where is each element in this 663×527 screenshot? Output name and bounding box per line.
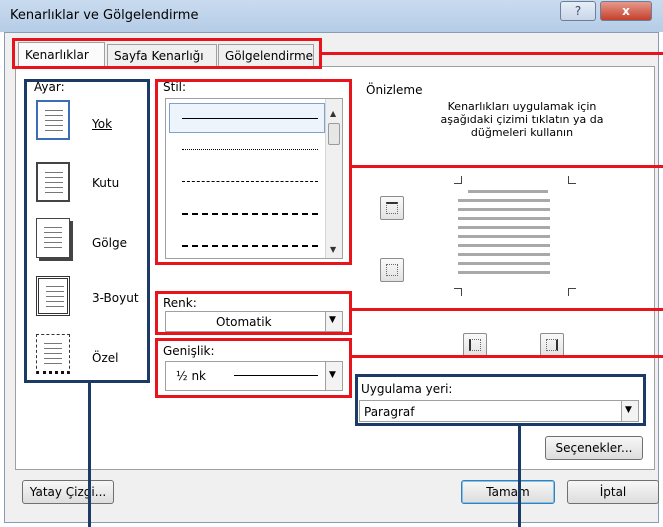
inside-horizontal-border-button[interactable] bbox=[380, 258, 404, 282]
preview-canvas[interactable] bbox=[452, 176, 576, 296]
preview-paragraph bbox=[458, 190, 568, 280]
annotation-blue-apply-box bbox=[355, 374, 646, 426]
corner-mark bbox=[454, 288, 462, 296]
preview-label: Önizleme bbox=[366, 83, 423, 97]
title-bar: Kenarlıklar ve Gölgelendirme ? x bbox=[0, 0, 663, 32]
annotation-red-width-box bbox=[155, 338, 352, 398]
annotation-red-color-box bbox=[155, 291, 352, 335]
preview-instructions: Kenarlıkları uygulamak için aşağıdaki çi… bbox=[440, 100, 604, 139]
close-button[interactable]: x bbox=[600, 1, 652, 21]
annotation-blue-line bbox=[88, 383, 91, 527]
annotation-blue-setting-box bbox=[24, 79, 150, 383]
right-border-icon bbox=[546, 339, 558, 351]
annotation-red-tabs-box bbox=[12, 38, 322, 69]
inside-horizontal-border-icon bbox=[386, 264, 398, 276]
corner-mark bbox=[568, 288, 576, 296]
corner-mark bbox=[454, 176, 462, 184]
help-button[interactable]: ? bbox=[560, 1, 596, 21]
options-button[interactable]: Seçenekler... bbox=[545, 436, 643, 460]
corner-mark bbox=[568, 176, 576, 184]
window-title: Kenarlıklar ve Gölgelendirme bbox=[10, 8, 199, 23]
annotation-red-style-box bbox=[155, 79, 352, 265]
cancel-button[interactable]: İptal bbox=[567, 480, 659, 504]
top-border-button[interactable] bbox=[380, 196, 404, 220]
left-border-button[interactable] bbox=[463, 333, 487, 357]
horizontal-line-button[interactable]: Yatay Çizgi... bbox=[22, 480, 114, 504]
annotation-blue-line bbox=[518, 426, 521, 527]
ok-button[interactable]: Tamam bbox=[461, 480, 555, 504]
annotation-red-line bbox=[322, 52, 663, 55]
annotation-red-line bbox=[352, 308, 663, 311]
left-border-icon bbox=[469, 339, 481, 351]
top-border-icon bbox=[386, 202, 398, 214]
annotation-red-line bbox=[352, 355, 663, 358]
right-border-button[interactable] bbox=[540, 333, 564, 357]
annotation-red-line bbox=[352, 165, 663, 168]
